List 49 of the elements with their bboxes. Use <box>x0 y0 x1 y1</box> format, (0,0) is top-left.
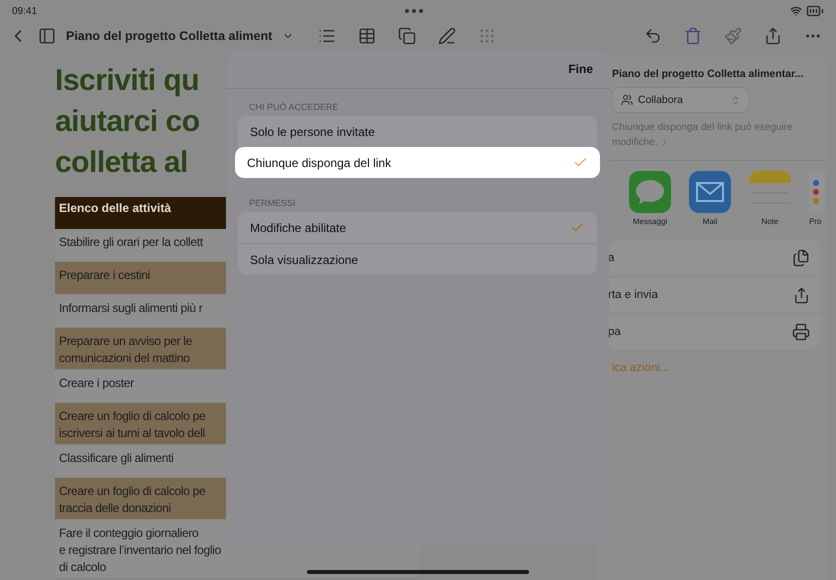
shapes-icon[interactable] <box>398 27 416 45</box>
share-title: Piano del progetto Colletta alimentar... <box>612 68 804 80</box>
trash-icon[interactable] <box>684 27 702 45</box>
table-cell-text: iscriversi ai turni al tavolo dell <box>59 425 206 442</box>
table-cell-text: Creare i poster <box>59 375 135 392</box>
table-cell-text: Fare il conteggio giornaliero <box>59 525 200 542</box>
list-icon[interactable] <box>318 27 336 45</box>
sidebar-icon[interactable] <box>38 27 56 45</box>
up-down-icon <box>730 94 741 106</box>
table-cell-text: Preparare i cestini <box>59 267 152 284</box>
table-cell-text: Informarsi sugli alimenti più r <box>59 300 204 317</box>
share-icon[interactable] <box>764 27 782 45</box>
table-cell-text: comunicazioni del mattino <box>59 350 191 367</box>
section-header: CHI PUÒ ACCEDERE <box>249 102 340 112</box>
people-icon <box>621 94 633 106</box>
app-label: Pro <box>809 217 822 226</box>
app-label: Mail <box>702 217 718 226</box>
action-label[interactable]: rta e invia <box>608 289 658 301</box>
collaborate-dropdown[interactable]: Collabora <box>612 87 750 113</box>
table-cell-text: Creare un foglio di calcolo pe <box>59 408 206 425</box>
app-label: Note <box>762 217 778 226</box>
undo-icon[interactable] <box>644 27 662 45</box>
table-cell-text: Classificare gli alimenti <box>59 450 175 467</box>
wifi-icon <box>790 5 802 17</box>
table-cell-text: traccia delle donazioni <box>59 500 172 517</box>
table-cell-text: Preparare un avviso per le <box>59 333 193 350</box>
action-label[interactable]: pa <box>608 326 621 338</box>
table-cell-text: e registrare l’inventario nel foglio <box>59 542 222 559</box>
documents-icon[interactable] <box>792 249 810 267</box>
table-icon[interactable] <box>358 27 376 45</box>
printer-icon[interactable] <box>792 323 810 341</box>
table-cell-text: di calcolo <box>59 559 108 576</box>
pen-icon[interactable] <box>438 27 456 45</box>
done-button[interactable]: Fine <box>566 60 595 78</box>
table-cell-text: Stabilire gli orari per la collett <box>59 234 204 251</box>
document-heading: colletta al <box>55 145 188 181</box>
multitask-dots-icon[interactable] <box>404 8 424 14</box>
option-row[interactable]: Solo le persone invitate <box>238 116 597 147</box>
status-time: 09:41 <box>12 6 38 16</box>
section-header: PERMESSI <box>249 198 297 208</box>
document-heading: aiutarci co <box>55 104 200 140</box>
share-icon[interactable] <box>793 286 810 304</box>
app-label: Messaggi <box>632 217 668 226</box>
envelope-icon[interactable] <box>689 171 731 213</box>
document-heading: Iscriviti qu <box>55 63 200 99</box>
option-row[interactable]: Sola visualizzazione <box>238 243 597 275</box>
option-row[interactable]: Chiunque disponga del link <box>235 147 600 178</box>
document-title[interactable]: Piano del progetto Colletta aliment <box>66 29 272 43</box>
table-cell-text: Creare un foglio di calcolo pe <box>59 483 206 500</box>
